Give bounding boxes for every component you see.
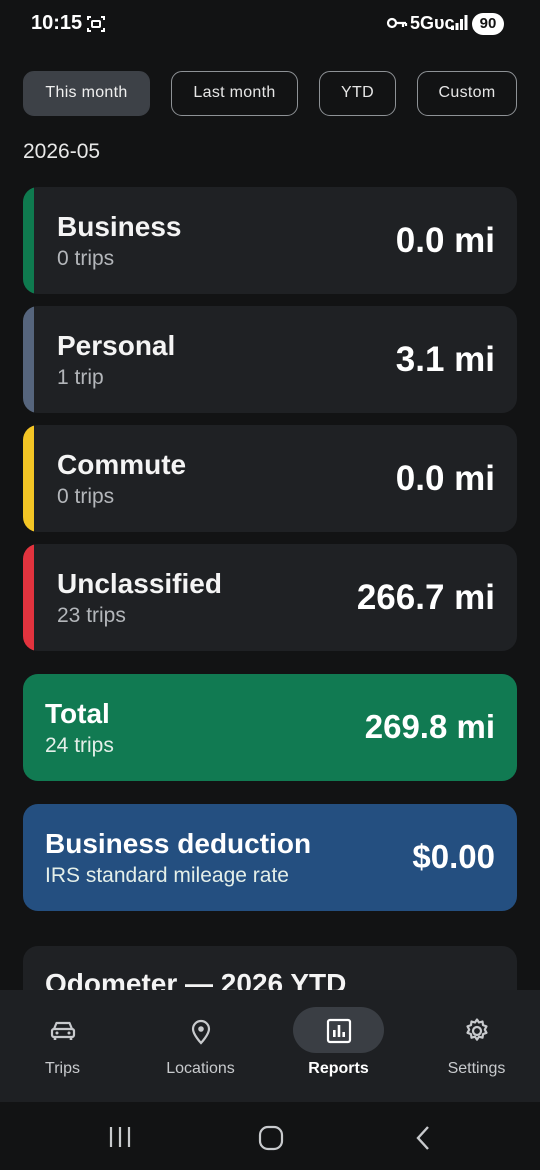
gear-icon	[466, 1018, 488, 1041]
screen-record-icon	[87, 16, 105, 32]
signal-icon	[451, 15, 468, 30]
nav-item-trips[interactable]: Trips	[0, 990, 130, 1102]
nav-label: Locations	[166, 1060, 235, 1077]
status-time: 10:15	[31, 12, 83, 34]
nav-item-reports[interactable]: Reports	[271, 990, 406, 1102]
category-card-commute[interactable]: Commute 0 trips 0.0 mi	[23, 425, 517, 532]
home-icon[interactable]	[258, 1125, 284, 1151]
total-label: Total	[45, 698, 110, 729]
bottom-navigation: Trips Locations Reports Settings	[0, 990, 540, 1102]
nav-item-settings[interactable]: Settings	[409, 990, 540, 1102]
tab-last-month[interactable]: Last month	[171, 71, 298, 116]
car-icon	[50, 1021, 76, 1040]
recent-apps-icon[interactable]	[108, 1126, 132, 1148]
category-trip-count: 0 trips	[57, 485, 115, 508]
back-icon[interactable]	[414, 1125, 432, 1151]
category-distance: 0.0 mi	[395, 459, 495, 498]
category-distance: 266.7 mi	[356, 578, 495, 617]
category-name: Commute	[57, 449, 187, 480]
category-trip-count: 1 trip	[57, 366, 104, 389]
category-trip-count: 0 trips	[57, 247, 115, 270]
tab-this-month[interactable]: This month	[23, 71, 150, 116]
network-type: 5Gᴜᴄ	[410, 13, 455, 33]
deduction-amount: $0.00	[412, 838, 495, 875]
total-distance: 269.8 mi	[364, 708, 495, 745]
reports-screen: 10:15 5Gᴜᴄ 90 This month Last month YTD …	[0, 0, 540, 1170]
tab-custom[interactable]: Custom	[417, 71, 517, 116]
category-name: Unclassified	[57, 568, 222, 599]
deduction-subtitle: IRS standard mileage rate	[45, 864, 289, 887]
battery-indicator: 90	[472, 13, 504, 35]
nav-label: Reports	[308, 1060, 369, 1077]
total-card: Total 24 trips 269.8 mi	[23, 674, 517, 781]
vpn-key-icon	[386, 17, 408, 29]
nav-item-locations[interactable]: Locations	[133, 990, 268, 1102]
period-label: 2026-05	[23, 140, 101, 163]
category-color-stripe	[23, 306, 34, 413]
deduction-label: Business deduction	[45, 828, 312, 859]
category-card-personal[interactable]: Personal 1 trip 3.1 mi	[23, 306, 517, 413]
category-trip-count: 23 trips	[57, 604, 126, 627]
category-card-unclassified[interactable]: Unclassified 23 trips 266.7 mi	[23, 544, 517, 651]
tab-ytd[interactable]: YTD	[319, 71, 396, 116]
category-card-business[interactable]: Business 0 trips 0.0 mi	[23, 187, 517, 294]
category-color-stripe	[23, 187, 34, 294]
location-pin-icon	[191, 1019, 211, 1045]
system-navigation-bar	[0, 1102, 540, 1170]
category-name: Personal	[57, 330, 176, 361]
total-trip-count: 24 trips	[45, 734, 114, 757]
bar-chart-icon	[326, 1018, 352, 1044]
category-name: Business	[57, 211, 182, 242]
nav-label: Settings	[447, 1060, 506, 1077]
nav-label: Trips	[45, 1060, 80, 1077]
category-color-stripe	[23, 425, 34, 532]
business-deduction-card: Business deduction IRS standard mileage …	[23, 804, 517, 911]
category-distance: 0.0 mi	[395, 221, 495, 260]
status-bar: 10:15 5Gᴜᴄ 90	[0, 0, 540, 48]
category-color-stripe	[23, 544, 34, 651]
category-distance: 3.1 mi	[395, 340, 495, 379]
